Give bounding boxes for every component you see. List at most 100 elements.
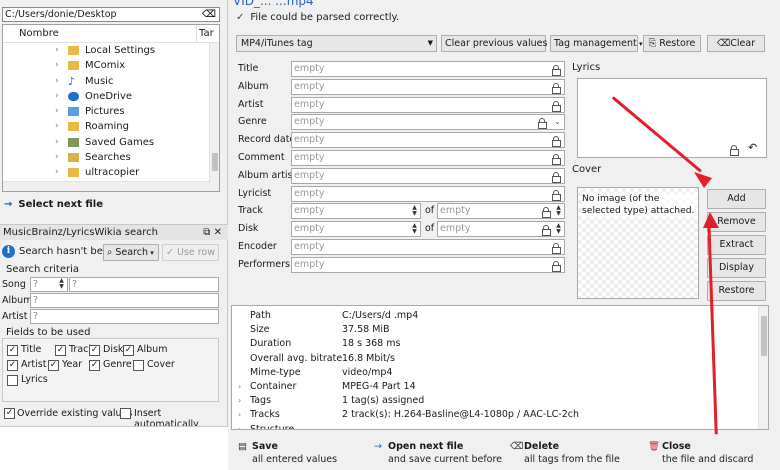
tree-horizontal-scrollbar[interactable] [3, 181, 211, 191]
chevron-right-icon[interactable]: › [55, 74, 59, 89]
search-button[interactable]: ⌕ Search ▾ [103, 244, 159, 261]
lock-icon[interactable] [552, 136, 561, 148]
stepper-arrows[interactable]: ▲ ▼ [554, 205, 563, 218]
song-stepper[interactable]: ? ▲ ▼ [30, 277, 68, 292]
search-results-list[interactable] [0, 426, 228, 470]
field-checkbox-track[interactable]: ✓ [55, 345, 66, 356]
disk-number-input[interactable]: empty ▲ ▼ [291, 221, 421, 238]
chevron-right-icon[interactable]: › [55, 58, 59, 73]
stepper-arrows[interactable]: ▲ ▼ [410, 205, 419, 218]
info-row[interactable]: Duration 18 s 368 ms [232, 337, 762, 351]
lyricist-input[interactable]: empty [291, 185, 565, 202]
restore-tag-button[interactable]: ⎘ Restore [643, 35, 701, 52]
field-checkbox-album[interactable]: ✓ [123, 345, 134, 356]
cover-restore-button[interactable]: Restore [707, 281, 766, 301]
cover-image-area[interactable]: No image (of the selected type) attached… [577, 187, 699, 299]
open-next-file-action[interactable]: → Open next file and save current before [374, 441, 502, 465]
disk-total-input[interactable]: empty ▲ ▼ [437, 221, 565, 238]
info-row[interactable]: › Tracks 2 track(s): H.264-Basline@L4-1080… [232, 408, 762, 422]
lock-icon[interactable] [542, 225, 551, 237]
chevron-right-icon[interactable]: › [238, 423, 241, 429]
track-number-input[interactable]: empty ▲ ▼ [291, 203, 421, 220]
close-action[interactable]: 🗑 Close the file and discard [648, 441, 753, 465]
undo-icon[interactable]: ↶ [748, 141, 757, 154]
record-date-input[interactable]: empty [291, 132, 565, 149]
chevron-right-icon[interactable]: › [55, 89, 59, 104]
encoder-input[interactable]: empty [291, 239, 565, 255]
column-size[interactable]: Tar [196, 25, 214, 43]
stepper-arrows[interactable]: ▲ ▼ [554, 223, 563, 236]
use-row-button[interactable]: ✓ Use row [162, 244, 219, 261]
tree-item[interactable]: › Pictures [3, 104, 219, 119]
file-info-tree[interactable]: Path C:/Users/d .mp4 Size 37.58 MiB Duration… [231, 305, 769, 430]
lock-icon[interactable] [730, 145, 739, 156]
info-row[interactable]: › Container MPEG-4 Part 14 [232, 380, 762, 394]
tree-vertical-scrollbar[interactable] [209, 43, 219, 191]
song-input[interactable]: ? [69, 277, 219, 292]
tree-item[interactable]: › OneDrive [3, 89, 219, 104]
cover-extract-button[interactable]: Extract [707, 235, 766, 255]
info-row[interactable]: › Structure [232, 423, 762, 429]
chevron-right-icon[interactable]: › [55, 165, 59, 180]
lock-icon[interactable] [552, 171, 561, 183]
tree-item[interactable]: › Roaming [3, 119, 219, 134]
info-row[interactable]: Overall avg. bitrate 16.8 Mbit/s [232, 352, 762, 366]
tree-item[interactable]: › ♪ Music [3, 74, 219, 89]
lock-icon[interactable] [552, 82, 561, 94]
album-input[interactable]: ? [30, 293, 219, 308]
info-scrollbar[interactable] [758, 306, 768, 429]
album-input[interactable]: empty [291, 78, 565, 95]
insert-automatically-checkbox[interactable] [120, 408, 131, 419]
tag-type-select[interactable]: MP4/iTunes tag ▼ [236, 35, 437, 52]
chevron-down-icon[interactable]: ⌄ [554, 115, 561, 129]
save-action[interactable]: ▤ Save all entered values [238, 441, 337, 465]
panel-window-buttons[interactable]: ⧉ ✕ [203, 225, 222, 241]
field-checkbox-artist[interactable]: ✓ [7, 360, 18, 371]
lock-icon[interactable] [552, 100, 561, 112]
field-checkbox-title[interactable]: ✓ [7, 345, 18, 356]
album-artist-input[interactable]: empty [291, 167, 565, 184]
select-next-file-button[interactable]: → Select next file [4, 199, 103, 210]
field-checkbox-disk[interactable]: ✓ [89, 345, 100, 356]
chevron-right-icon[interactable]: › [238, 394, 241, 408]
lock-icon[interactable] [552, 154, 561, 165]
chevron-right-icon[interactable]: › [55, 43, 59, 58]
chevron-right-icon[interactable]: › [55, 119, 59, 134]
info-row[interactable]: Mime-type video/mp4 [232, 366, 762, 380]
artist-input[interactable]: empty [291, 96, 565, 113]
chevron-right-icon[interactable]: › [238, 380, 241, 394]
lock-icon[interactable] [552, 243, 561, 254]
stepper-arrows[interactable]: ▲ ▼ [57, 278, 66, 291]
clear-tag-button[interactable]: ⌫Clear [707, 35, 765, 52]
column-name[interactable]: Nombre [19, 25, 59, 43]
genre-input[interactable]: empty ⌄ [291, 114, 565, 131]
path-input[interactable]: C:/Users/donie/Desktop ⌫ [2, 7, 220, 22]
lock-icon[interactable] [542, 207, 551, 219]
lock-icon[interactable] [552, 189, 561, 201]
field-checkbox-year[interactable]: ✓ [48, 360, 59, 371]
lock-icon[interactable] [552, 260, 561, 272]
stepper-arrows[interactable]: ▲ ▼ [410, 223, 419, 236]
title-input[interactable]: empty [291, 61, 565, 77]
lock-icon[interactable] [538, 118, 547, 130]
clear-path-icon[interactable]: ⌫ [202, 8, 216, 21]
chevron-right-icon[interactable]: › [55, 104, 59, 119]
field-checkbox-cover[interactable] [133, 360, 144, 371]
tree-item[interactable]: › Searches [3, 150, 219, 165]
chevron-right-icon[interactable]: › [238, 408, 241, 422]
tree-item[interactable]: › Saved Games [3, 135, 219, 150]
delete-action[interactable]: ⌫ Delete all tags from the file [510, 441, 620, 465]
info-row[interactable]: Path C:/Users/d .mp4 [232, 309, 762, 323]
tree-item[interactable]: › ultracopier [3, 165, 219, 180]
chevron-right-icon[interactable]: › [55, 135, 59, 150]
info-row[interactable]: › Tags 1 tag(s) assigned [232, 394, 762, 408]
file-tree[interactable]: Nombre Tar › Local Settings › MComix › ♪ Music… [2, 24, 220, 192]
chevron-right-icon[interactable]: › [55, 150, 59, 165]
scroll-thumb[interactable] [212, 153, 218, 171]
field-checkbox-genre[interactable]: ✓ [89, 360, 100, 371]
performers-input[interactable]: empty [291, 256, 565, 273]
cover-display-button[interactable]: Display [707, 258, 766, 278]
track-total-input[interactable]: empty ▲ ▼ [437, 203, 565, 220]
tree-item[interactable]: › MComix [3, 58, 219, 73]
tree-item[interactable]: › Local Settings [3, 43, 219, 58]
